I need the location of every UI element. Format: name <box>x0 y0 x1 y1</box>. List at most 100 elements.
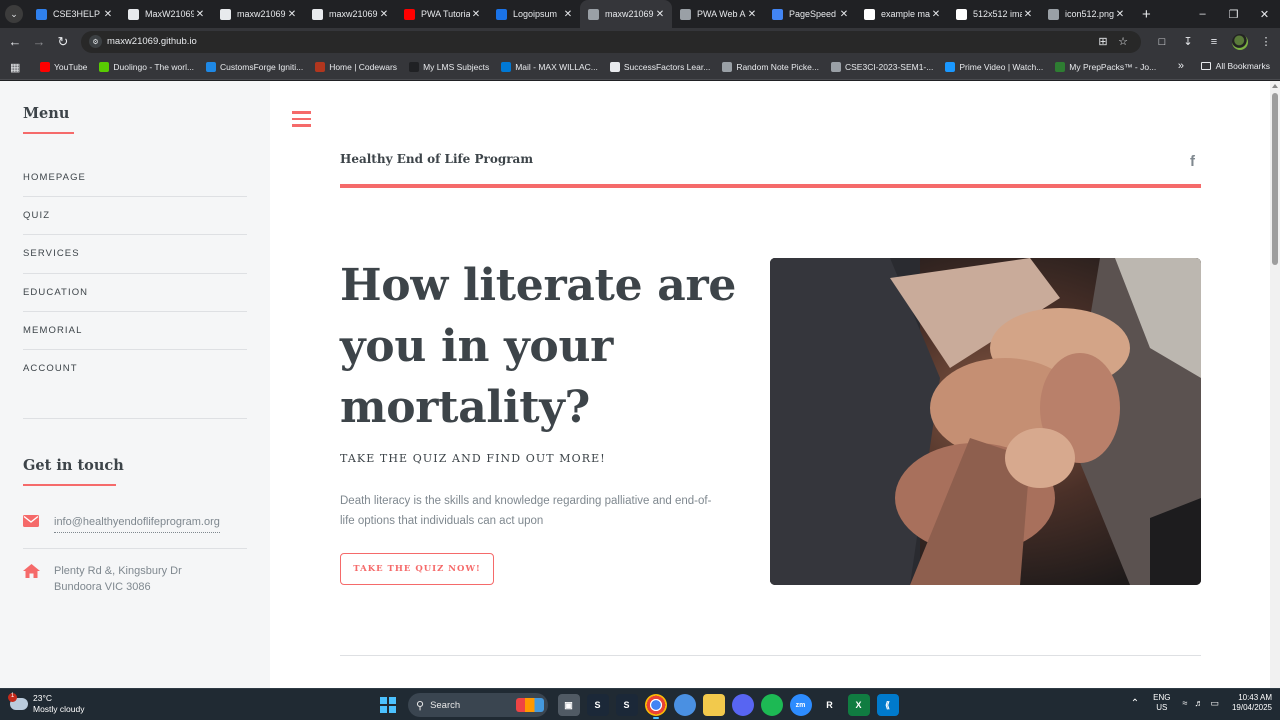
close-tab-icon[interactable]: ✕ <box>562 9 574 20</box>
reload-button[interactable]: ↻ <box>51 30 75 54</box>
close-tab-icon[interactable]: ✕ <box>470 9 482 20</box>
clock[interactable]: 10:43 AM 19/04/2025 <box>1232 693 1272 713</box>
extensions-icon[interactable]: □ <box>1149 36 1175 48</box>
browser-tab-title: Logoipsum <box>513 9 558 19</box>
taskbar-search-label: Search <box>430 699 461 711</box>
r-studio-icon[interactable]: R <box>818 694 841 716</box>
sidebar-item-quiz[interactable]: QUIZ <box>23 196 247 234</box>
discord-icon[interactable] <box>731 694 754 716</box>
browser-tab[interactable]: PWA Tutoria ✕ <box>396 0 488 28</box>
forward-button[interactable]: → <box>27 30 51 54</box>
chrome-icon[interactable] <box>644 694 667 719</box>
windows-start-icon[interactable] <box>380 697 396 713</box>
main-content: Healthy End of Life Program f How litera… <box>270 81 1270 688</box>
tray-overflow-icon[interactable]: ⌃ <box>1131 698 1139 709</box>
browser-tab[interactable]: PWA Web A ✕ <box>672 0 764 28</box>
site-info-icon[interactable]: ⚙ <box>89 35 102 48</box>
bookmark-item[interactable]: YouTube <box>40 62 87 72</box>
browser-tab[interactable]: example ma ✕ <box>856 0 948 28</box>
browser-tab-title: CSE3HELP G <box>53 9 102 19</box>
close-tab-icon[interactable]: ✕ <box>838 9 850 20</box>
home-icon <box>23 564 54 596</box>
bookmark-item[interactable]: My LMS Subjects <box>409 62 489 72</box>
browser-tab[interactable]: PageSpeed I ✕ <box>764 0 856 28</box>
bookmark-item[interactable]: Random Note Picke... <box>722 62 819 72</box>
google-icon <box>956 8 967 20</box>
close-tab-icon[interactable]: ✕ <box>378 9 390 20</box>
task-view-icon[interactable]: ▣ <box>557 694 580 716</box>
new-tab-button[interactable]: + <box>1142 6 1151 23</box>
facebook-icon[interactable]: f <box>1190 153 1195 170</box>
scrollbar-thumb[interactable] <box>1272 93 1278 265</box>
github-icon <box>220 8 231 20</box>
spotify-icon[interactable] <box>760 694 783 716</box>
email-link[interactable]: info@healthyendoflifeprogram.org <box>54 515 220 533</box>
browser-tab[interactable]: maxw21069. ✕ <box>212 0 304 28</box>
site-title[interactable]: Healthy End of Life Program <box>340 152 533 166</box>
close-tab-icon[interactable]: ✕ <box>102 9 114 20</box>
all-bookmarks-button[interactable]: All Bookmarks <box>1200 61 1270 71</box>
close-tab-icon[interactable]: ✕ <box>746 9 758 20</box>
menu-toggle-icon[interactable] <box>292 111 311 127</box>
browser-tab[interactable]: CSE3HELP G✕ <box>28 0 120 28</box>
address-bar[interactable]: ⚙ maxw21069.github.io ⊞ ☆ <box>81 30 1141 53</box>
bookmarks-overflow-icon[interactable]: » <box>1178 60 1184 72</box>
bookmark-item[interactable]: Prime Video | Watch... <box>945 62 1043 72</box>
sidebar-item-education[interactable]: EDUCATION <box>23 272 247 311</box>
volume-icon[interactable]: ♬ <box>1194 698 1203 708</box>
minimize-icon[interactable]: – <box>1187 0 1218 28</box>
vscode-icon[interactable]: ⟪ <box>876 694 899 716</box>
bookmark-star-icon[interactable]: ☆ <box>1113 35 1133 48</box>
chrome-profile-icon[interactable] <box>673 694 696 716</box>
tab-list: CSE3HELP G✕MaxW21069✕maxw21069.✕maxw2106… <box>28 0 1132 28</box>
sidebar-item-account[interactable]: ACCOUNT <box>23 348 247 387</box>
install-app-icon[interactable]: ⊞ <box>1093 35 1113 48</box>
bookmark-item[interactable]: Duolingo - The worl... <box>99 62 194 72</box>
restore-icon[interactable]: ❐ <box>1218 0 1249 28</box>
sidebar-item-memorial[interactable]: MEMORIAL <box>23 310 247 349</box>
bookmark-item[interactable]: Home | Codewars <box>315 62 397 72</box>
wifi-icon[interactable]: ≈ <box>1182 698 1187 708</box>
browser-tab[interactable]: maxw21069. ✕ <box>304 0 396 28</box>
bookmark-favicon-icon <box>315 62 326 72</box>
reading-list-icon[interactable]: ≡ <box>1201 36 1227 48</box>
sidebar-item-homepage[interactable]: HOMEPAGE <box>23 158 247 196</box>
bookmark-item[interactable]: My PrepPacks™ - Jo... <box>1055 62 1156 72</box>
close-tab-icon[interactable]: ✕ <box>1114 9 1126 20</box>
bookmark-item[interactable]: CustomsForge Igniti... <box>206 62 303 72</box>
browser-menu-icon[interactable]: ⋮ <box>1253 35 1279 48</box>
battery-icon[interactable]: ▭ <box>1210 698 1219 709</box>
downloads-icon[interactable]: ↧ <box>1175 35 1201 48</box>
steam-secondary-icon[interactable]: S <box>615 694 638 716</box>
browser-tab[interactable]: maxw21069. ✕ <box>580 0 672 28</box>
weather-widget[interactable]: 1 23°C Mostly cloudy <box>8 692 85 714</box>
close-tab-icon[interactable]: ✕ <box>286 9 298 20</box>
bookmark-item[interactable]: CSE3CI-2023-SEM1-... <box>831 62 933 72</box>
profile-avatar[interactable] <box>1232 33 1248 50</box>
taskbar-search[interactable]: ⚲ Search <box>408 693 548 717</box>
hero-title: How literate are you in your mortality? <box>340 260 737 433</box>
take-quiz-button[interactable]: TAKE THE QUIZ NOW! <box>340 553 494 585</box>
browser-tab[interactable]: 512x512 ima ✕ <box>948 0 1040 28</box>
tab-search-chevron-icon[interactable]: ⌄ <box>5 5 23 23</box>
sidebar-item-services[interactable]: SERVICES <box>23 234 247 272</box>
bookmark-item[interactable]: Mail - MAX WILLAC... <box>501 62 598 72</box>
zoom-icon[interactable]: zm <box>789 694 812 716</box>
apps-grid-icon[interactable]: ▦ <box>10 61 30 74</box>
browser-tab[interactable]: MaxW21069 ✕ <box>120 0 212 28</box>
close-tab-icon[interactable]: ✕ <box>930 9 942 20</box>
excel-icon[interactable]: X <box>847 694 870 716</box>
close-tab-icon[interactable]: ✕ <box>1022 9 1034 20</box>
page-scrollbar[interactable] <box>1270 81 1280 688</box>
back-button[interactable]: ← <box>3 30 27 54</box>
close-tab-icon[interactable]: ✕ <box>654 9 666 20</box>
browser-tab[interactable]: icon512.png ✕ <box>1040 0 1132 28</box>
close-tab-icon[interactable]: ✕ <box>194 9 206 20</box>
steam-icon[interactable]: S <box>586 694 609 716</box>
close-window-icon[interactable]: ✕ <box>1249 0 1280 28</box>
file-explorer-icon[interactable] <box>702 694 725 716</box>
bookmark-item[interactable]: SuccessFactors Lear... <box>609 62 710 72</box>
scroll-up-arrow-icon[interactable] <box>1272 84 1278 88</box>
browser-tab[interactable]: Logoipsum ✕ <box>488 0 580 28</box>
language-indicator[interactable]: ENG US <box>1153 693 1170 713</box>
